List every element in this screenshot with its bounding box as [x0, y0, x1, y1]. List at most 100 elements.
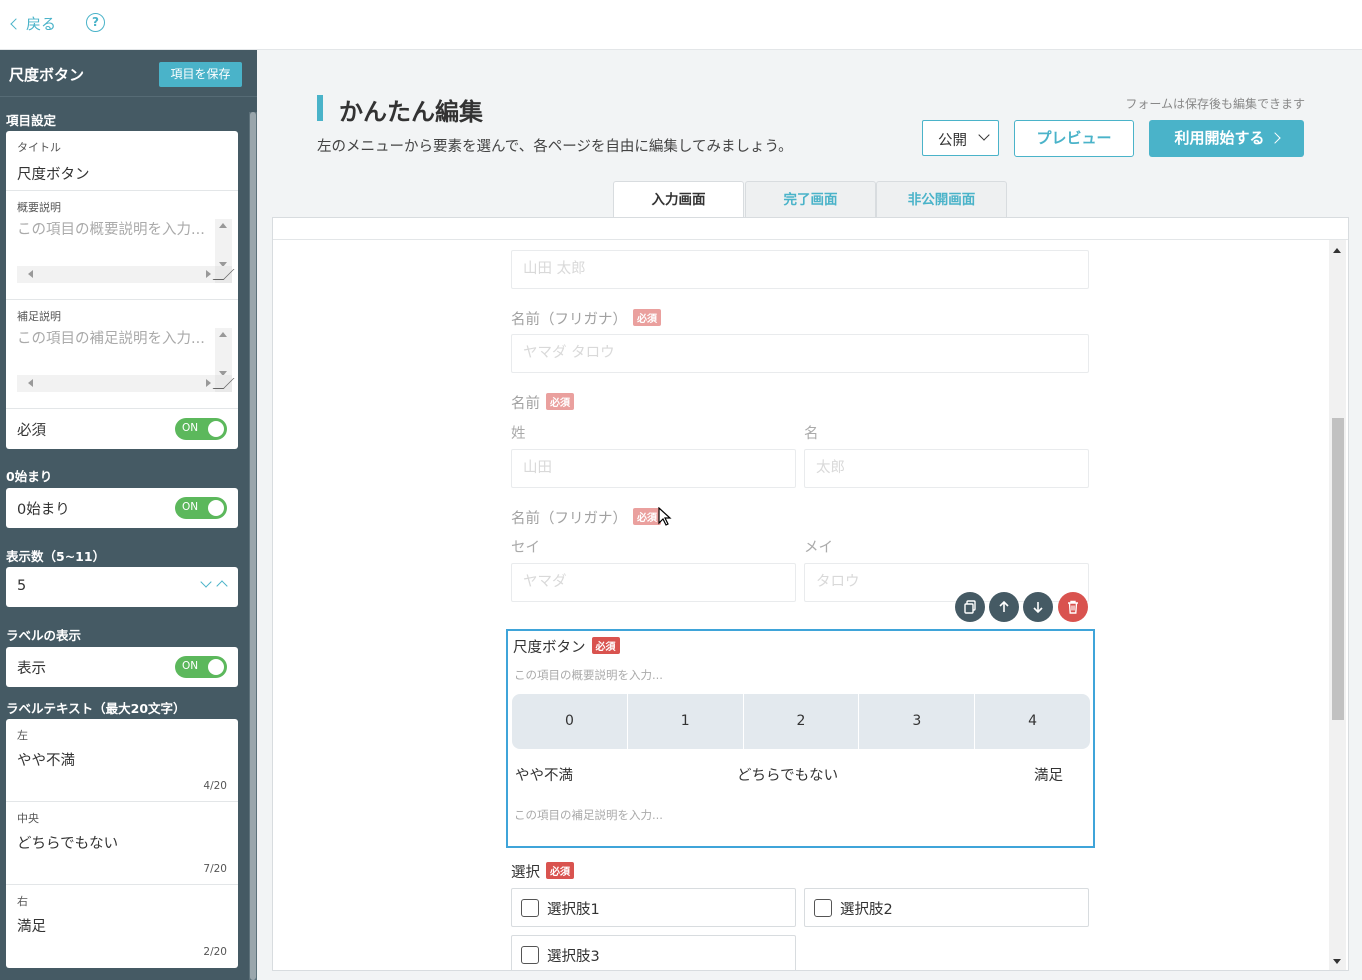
supplement-row: 補足説明 この項目の補足説明を入力...: [6, 300, 238, 409]
checkbox[interactable]: [521, 946, 539, 964]
checkbox-option-2[interactable]: 選択肢2: [804, 888, 1089, 927]
scale-supplement: この項目の補足説明を入力...: [514, 808, 663, 822]
scroll-down-icon[interactable]: [1333, 959, 1341, 964]
move-up-button[interactable]: [989, 592, 1019, 622]
required-badge: 必須: [591, 637, 620, 654]
save-item-button[interactable]: 項目を保存: [159, 62, 242, 87]
name2-label-text: 名前: [511, 396, 540, 412]
required-toggle[interactable]: ON: [175, 418, 227, 440]
label-display-toggle[interactable]: ON: [175, 656, 227, 678]
label-center-caption: 中央: [17, 812, 39, 825]
summary-textarea[interactable]: この項目の概要説明を入力...: [17, 219, 232, 283]
resize-grip-icon[interactable]: [215, 375, 232, 392]
scale-field-selected[interactable]: 尺度ボタン 必須 この項目の概要説明を入力... 0 1 2 3 4 やや不満 ど…: [506, 629, 1095, 848]
chevron-right-icon: [1268, 132, 1281, 144]
page-title: かんたん編集: [339, 98, 483, 126]
label-right-caption: 右: [17, 895, 28, 908]
toggle-label: ON: [182, 660, 199, 672]
scroll-up-icon[interactable]: [1333, 248, 1341, 253]
scale-option[interactable]: 2: [744, 694, 860, 749]
label-left-input[interactable]: やや不満: [17, 749, 75, 770]
section-label-label-text: ラベルテキスト（最大20文字）: [6, 701, 186, 716]
tab-complete-screen[interactable]: 完了画面: [745, 181, 876, 218]
textarea-hscroll[interactable]: [17, 266, 215, 283]
label-center-row: 中央 どちらでもない 7/20: [6, 802, 238, 885]
select-label-text: 選択: [511, 865, 540, 881]
top-bar: 戻る ?: [0, 0, 1362, 50]
label-right-counter: 2/20: [203, 946, 227, 958]
scale-option[interactable]: 0: [512, 694, 628, 749]
resize-grip-icon[interactable]: [215, 266, 232, 283]
textarea-vscroll[interactable]: [215, 219, 232, 271]
move-down-button[interactable]: [1023, 592, 1053, 622]
sei-input[interactable]: 山田: [511, 449, 796, 488]
page-subtitle: 左のメニューから要素を選んで、各ページを自由に編集してみましょう。: [317, 139, 793, 155]
delete-button[interactable]: [1058, 592, 1088, 622]
chevron-up-icon[interactable]: [216, 580, 228, 592]
preview-button[interactable]: プレビュー: [1014, 120, 1134, 157]
scroll-left-icon[interactable]: [28, 270, 33, 278]
arrow-down-icon: [1033, 602, 1043, 614]
start-button[interactable]: 利用開始する: [1149, 120, 1304, 157]
scroll-up-icon[interactable]: [219, 332, 227, 337]
label-text-card: 左 やや不満 4/20 中央 どちらでもない 7/20 右 満足 2/20: [6, 719, 238, 968]
label-right-input[interactable]: 満足: [17, 915, 46, 936]
required-row: 必須 ON: [6, 409, 238, 449]
sidebar: 尺度ボタン 項目を保存 項目設定 タイトル 尺度ボタン 概要説明 この項目の概要…: [0, 50, 257, 980]
select-field-label: 選択 必須: [511, 861, 574, 882]
scroll-left-icon[interactable]: [28, 379, 33, 387]
title-field[interactable]: 尺度ボタン: [17, 163, 90, 184]
panel-scrollbar[interactable]: [1329, 240, 1346, 970]
kana2-field-label: 名前（フリガナ） 必須: [511, 507, 661, 528]
scale-title-text: 尺度ボタン: [513, 640, 586, 656]
scrollbar-thumb[interactable]: [1332, 418, 1344, 720]
scroll-up-icon[interactable]: [219, 223, 227, 228]
checkbox-option-3[interactable]: 選択肢3: [511, 935, 796, 970]
count-value[interactable]: 5: [17, 578, 26, 594]
checkbox-label: 選択肢2: [840, 902, 893, 918]
kana-field-label: 名前（フリガナ） 必須: [511, 308, 661, 329]
textarea-hscroll[interactable]: [17, 375, 215, 392]
item-settings-card: タイトル 尺度ボタン 概要説明 この項目の概要説明を入力... 補足説明 この項…: [6, 131, 238, 449]
scale-option[interactable]: 4: [975, 694, 1090, 749]
supplement-placeholder: この項目の補足説明を入力...: [17, 331, 205, 347]
name-input[interactable]: 山田 太郎: [511, 250, 1089, 289]
scrollbar-thumb[interactable]: [250, 112, 256, 980]
checkbox[interactable]: [521, 899, 539, 917]
summary-field-label: 概要説明: [17, 201, 61, 214]
scroll-right-icon[interactable]: [206, 379, 211, 387]
scale-option[interactable]: 3: [859, 694, 976, 749]
tab-private-screen[interactable]: 非公開画面: [876, 181, 1007, 218]
main-area: かんたん編集 左のメニューから要素を選んで、各ページを自由に編集してみましょう。…: [257, 50, 1362, 980]
copy-icon: [964, 600, 976, 614]
scroll-right-icon[interactable]: [206, 270, 211, 278]
supplement-textarea[interactable]: この項目の補足説明を入力...: [17, 328, 232, 392]
back-link[interactable]: 戻る: [10, 13, 56, 34]
mei-kana-label: メイ: [804, 540, 833, 556]
count-stepper[interactable]: 5: [6, 567, 238, 607]
scale-option[interactable]: 1: [628, 694, 744, 749]
kana-input[interactable]: ヤマダ タロウ: [511, 334, 1089, 373]
checkbox[interactable]: [814, 899, 832, 917]
help-icon[interactable]: ?: [86, 13, 105, 32]
sidebar-scrollbar[interactable]: [249, 112, 257, 980]
label-center-input[interactable]: どちらでもない: [17, 832, 118, 853]
sidebar-title: 尺度ボタン: [9, 66, 85, 84]
copy-button[interactable]: [955, 592, 985, 622]
section-label-label-display: ラベルの表示: [6, 628, 82, 643]
textarea-vscroll[interactable]: [215, 328, 232, 380]
required-badge: 必須: [546, 862, 574, 879]
sei-kana-input[interactable]: ヤマダ: [511, 563, 796, 602]
tab-input-screen[interactable]: 入力画面: [613, 181, 744, 219]
arrow-up-icon: [999, 600, 1009, 612]
mouse-cursor-icon: [658, 507, 672, 526]
label-right-row: 右 満足 2/20: [6, 885, 238, 968]
zero-start-toggle[interactable]: ON: [175, 497, 227, 519]
scale-field-label: 尺度ボタン 必須: [513, 636, 620, 657]
publish-select[interactable]: 公開: [922, 120, 999, 156]
kana-label-text: 名前（フリガナ）: [511, 312, 627, 328]
chevron-down-icon[interactable]: [200, 576, 212, 588]
mei-input[interactable]: 太郎: [804, 449, 1089, 488]
checkbox-option-1[interactable]: 選択肢1: [511, 888, 796, 927]
kana2-label-text: 名前（フリガナ）: [511, 511, 627, 527]
